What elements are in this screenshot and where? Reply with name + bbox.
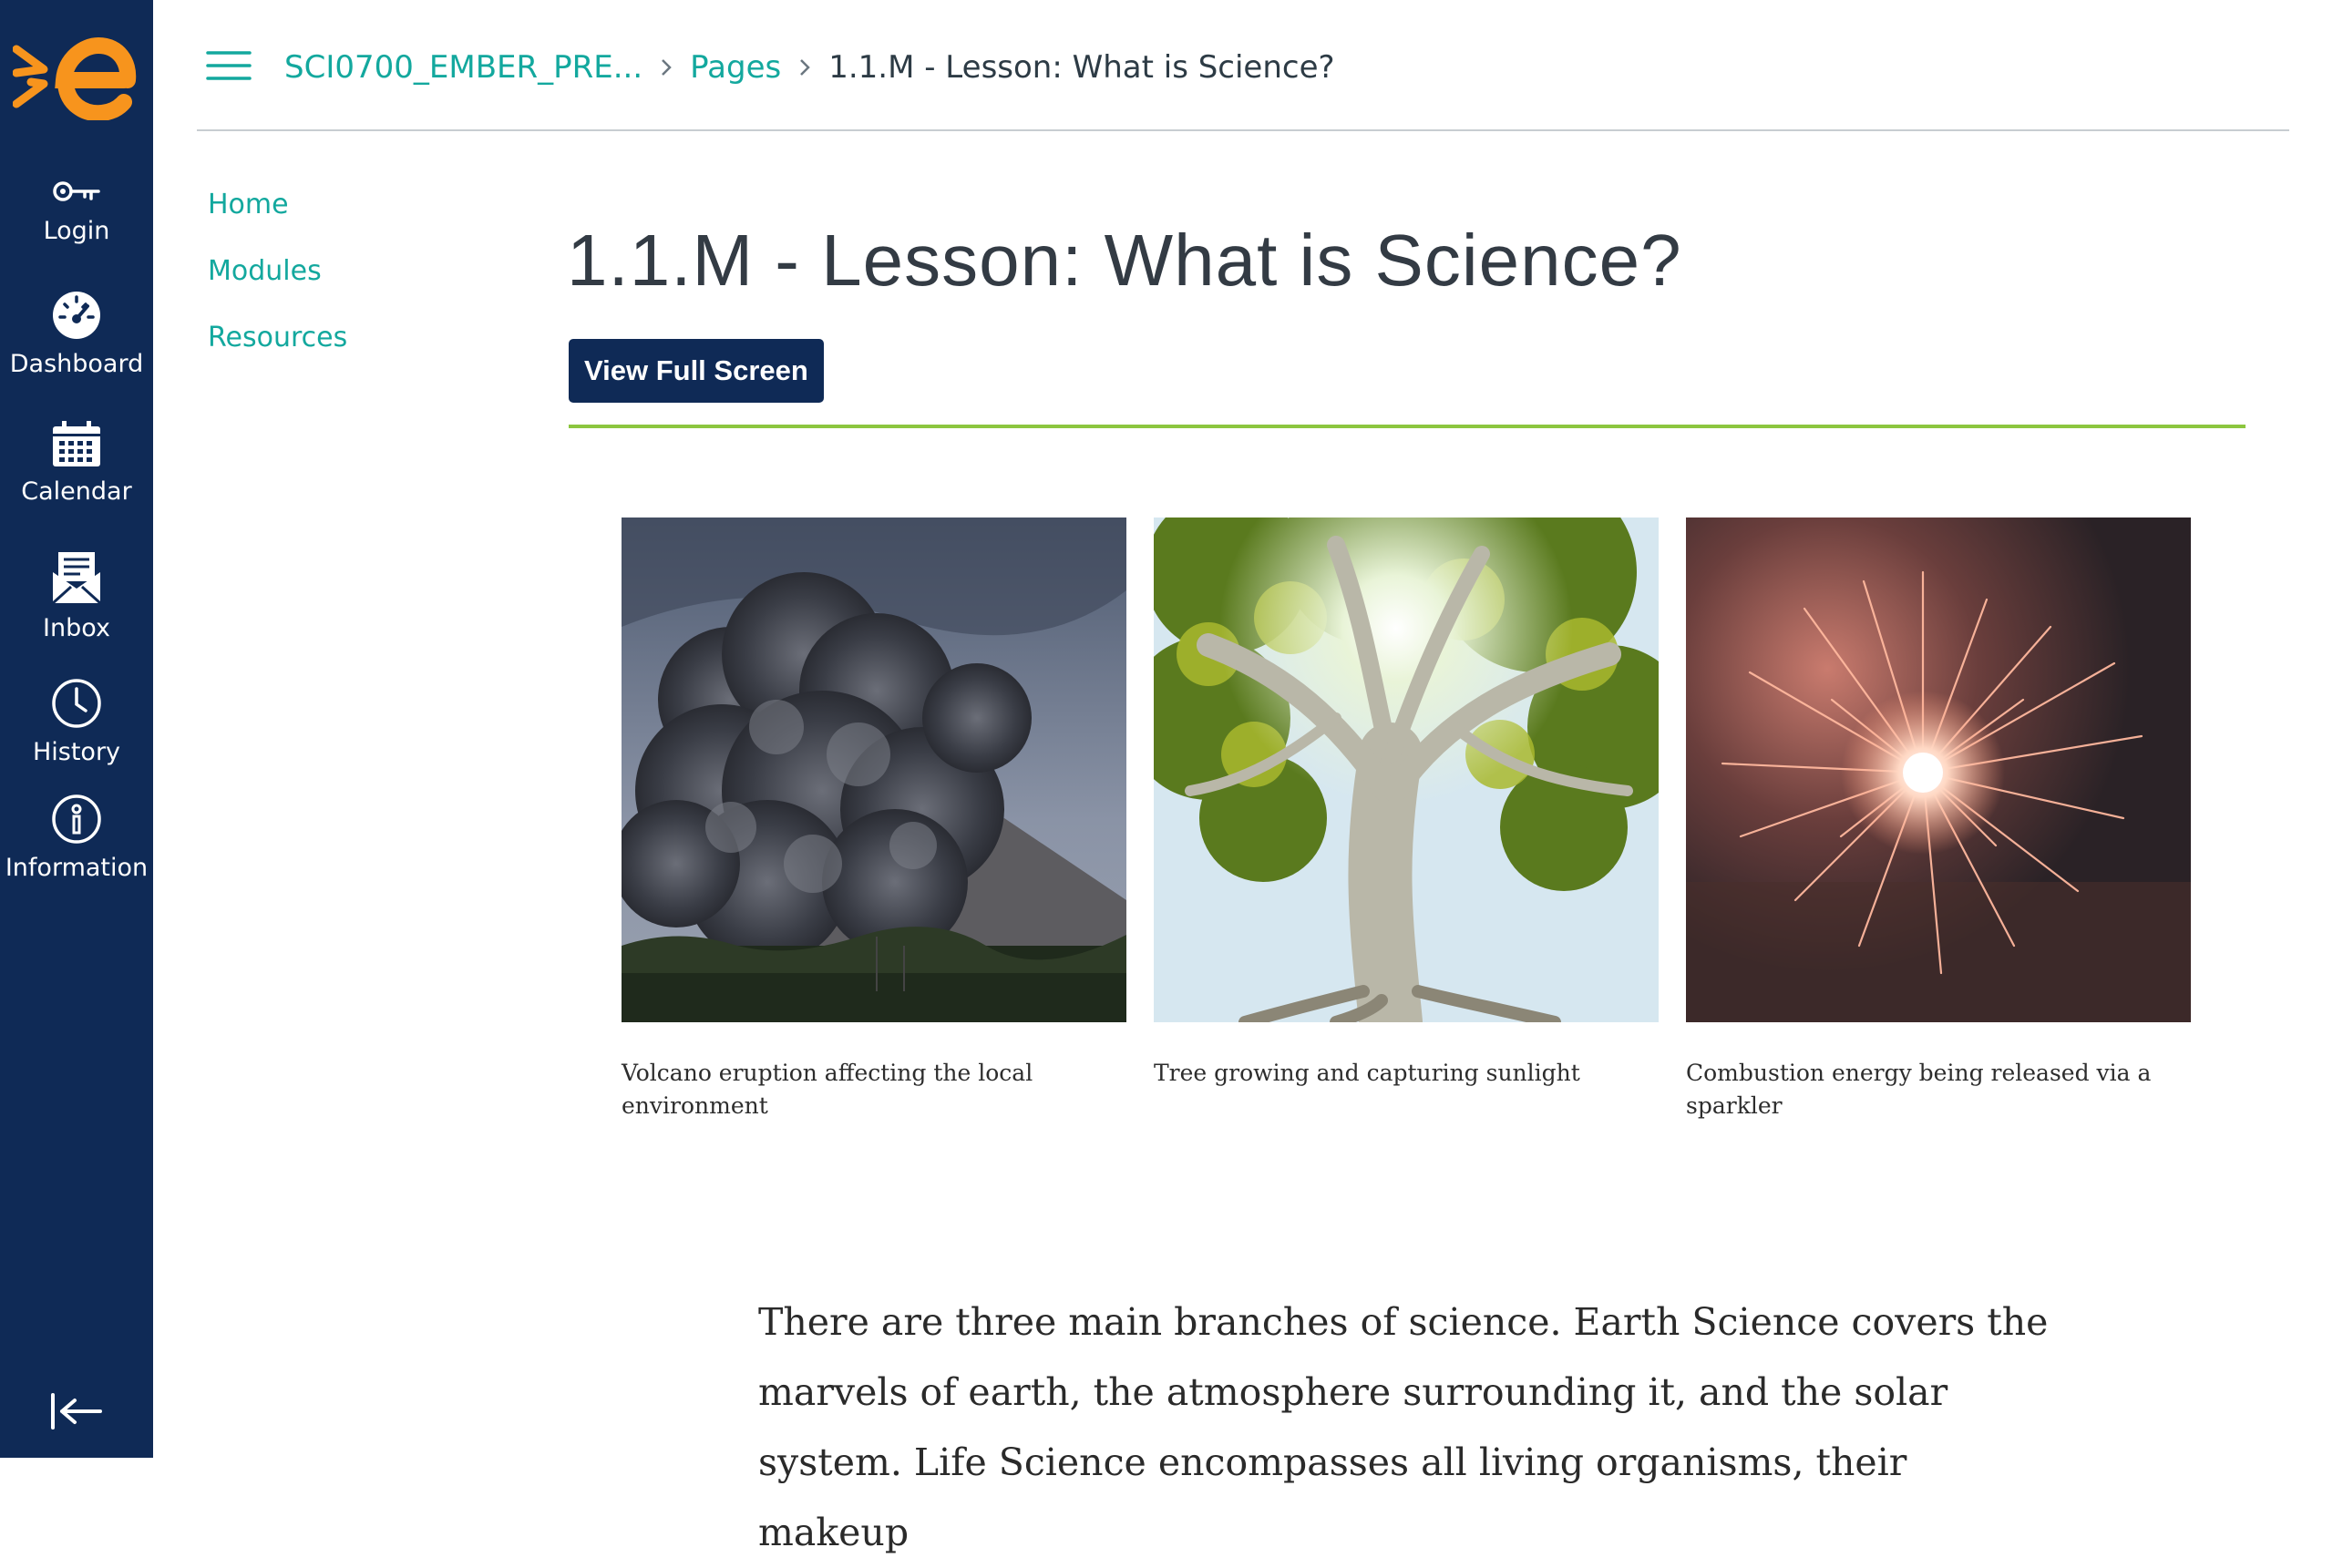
nav-inbox-label: Inbox [43,614,110,642]
view-full-screen-button[interactable]: View Full Screen [569,339,824,403]
page-title: 1.1.M - Lesson: What is Science? [567,220,1682,301]
chevron-right-icon [659,56,673,78]
nav-information[interactable]: Information [0,794,153,883]
nav-dashboard[interactable]: Dashboard [0,290,153,379]
figure-tree: Tree growing and capturing sunlight [1154,518,1659,1090]
global-navigation: Login Dashboard Calendar Inbox History I… [0,0,153,1458]
course-nav-modules[interactable]: Modules [208,253,445,290]
breadcrumb-course-link[interactable]: SCI0700_EMBER_PRE... [284,49,642,86]
nav-login-label: Login [43,217,110,245]
course-nav-resources[interactable]: Resources [208,320,445,356]
inbox-icon [51,552,102,605]
tree-photo [1154,518,1659,1022]
course-navigation: Home Modules Resources [208,187,445,386]
nav-information-label: Information [5,854,149,882]
chevron-right-icon [797,56,812,78]
ember-logo[interactable] [13,33,140,120]
nav-calendar-label: Calendar [21,477,132,506]
divider [569,425,2246,428]
nav-dashboard-label: Dashboard [9,350,144,378]
sparkler-photo [1686,518,2191,1022]
nav-history-label: History [32,738,121,766]
info-icon [52,794,101,844]
dashboard-icon [53,292,100,339]
collapse-nav-icon[interactable] [49,1391,104,1431]
course-nav-home[interactable]: Home [208,187,445,223]
figure-caption: Tree growing and capturing sunlight [1154,1060,1580,1086]
hamburger-menu-icon[interactable] [206,49,252,82]
calendar-icon [53,421,100,466]
key-icon [53,181,100,201]
breadcrumb: SCI0700_EMBER_PRE... Pages 1.1.M - Lesso… [284,46,1335,89]
nav-calendar[interactable]: Calendar [0,421,153,507]
lesson-body-text: There are three main branches of science… [758,1300,2049,1554]
figure-caption: Volcano eruption affecting the local env… [622,1060,1033,1119]
figure-caption: Combustion energy being released via a s… [1686,1060,2152,1119]
breadcrumb-pages-link[interactable]: Pages [690,49,781,86]
page-header: SCI0700_EMBER_PRE... Pages 1.1.M - Lesso… [197,0,2289,131]
nav-login[interactable]: Login [0,175,153,246]
page-content: 1.1.M - Lesson: What is Science? View Fu… [567,208,2246,1554]
figure-volcano: Volcano eruption affecting the local env… [622,518,1126,1122]
volcano-photo [622,518,1126,1022]
nav-history[interactable]: History [0,678,153,767]
clock-icon [52,679,101,728]
breadcrumb-current-page: 1.1.M - Lesson: What is Science? [828,49,1335,86]
figure-sparkler: Combustion energy being released via a s… [1686,518,2191,1122]
nav-inbox[interactable]: Inbox [0,550,153,643]
